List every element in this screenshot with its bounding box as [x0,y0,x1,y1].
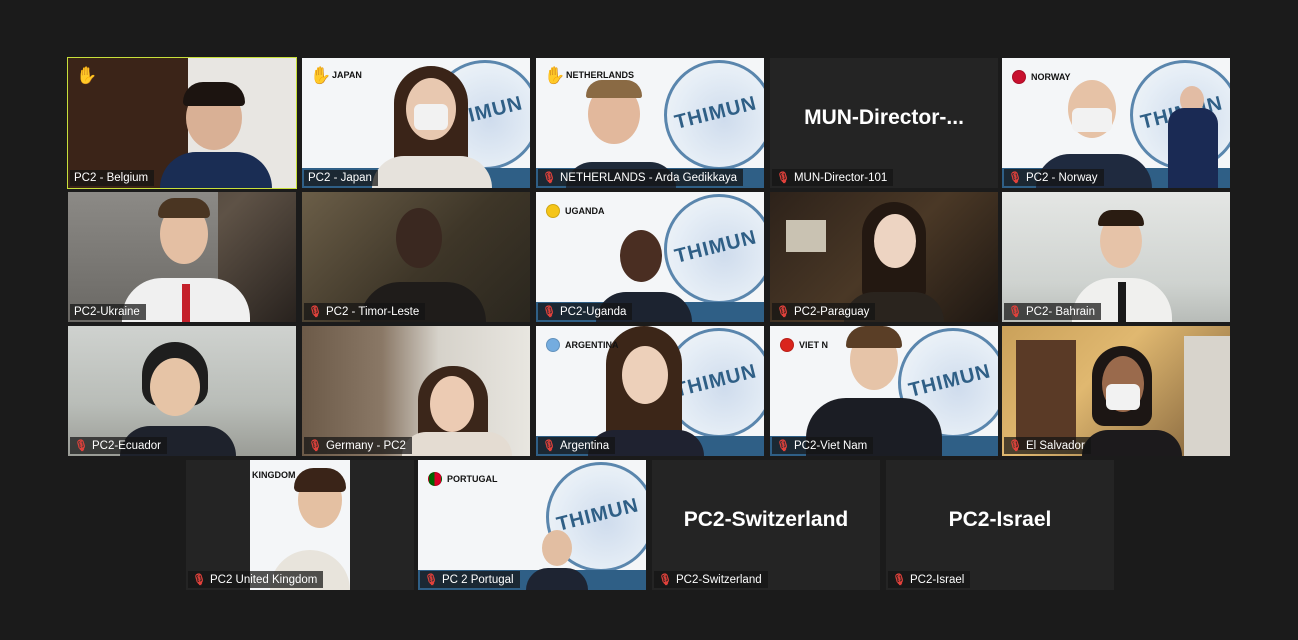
raised-hand-icon: ✋ [310,66,332,85]
participant-label: PC2 - Japan [304,170,378,186]
mic-off-icon: 🎙 [74,440,88,452]
mic-off-icon: 🎙 [776,306,790,318]
country-tag: VIET N [780,338,828,352]
participant-label: 🎙 PC2 United Kingdom [188,571,324,588]
participant-label: 🎙 PC2-Israel [888,571,971,588]
mic-off-icon: 🎙 [892,574,906,586]
raised-hand-icon: ✋ [544,66,566,85]
mic-off-icon: 🎙 [542,440,556,452]
mic-off-icon: 🎙 [424,574,438,586]
mic-off-icon: 🎙 [1008,172,1022,184]
participant-label: 🎙 PC2 - Timor-Leste [304,303,426,320]
argentina-flag-icon [546,338,560,352]
uganda-flag-icon [546,204,560,218]
raised-hand-icon: ✋ [76,66,98,85]
participant-label: 🎙 PC2-Switzerland [654,571,768,588]
video-tile-bahrain[interactable]: 🎙 PC2- Bahrain [1002,192,1230,322]
mic-off-icon: 🎙 [1008,306,1022,318]
mic-off-icon: 🎙 [1008,440,1022,452]
participant-label: PC2-Ukraine [70,304,146,320]
country-tag: NORWAY [1012,70,1071,84]
participant-label: 🎙 Germany - PC2 [304,437,412,454]
video-tile-ecuador[interactable]: 🎙 PC2-Ecuador [68,326,296,456]
participant-video [68,58,296,188]
participant-name-display: MUN-Director-... [804,106,964,129]
video-tile-israel[interactable]: PC2-Israel 🎙 PC2-Israel [886,460,1114,590]
participant-label: 🎙 PC2-Ecuador [70,437,168,454]
country-tag: JAPAN [332,70,362,80]
participant-label: PC2 - Belgium [70,170,155,186]
participant-label: 🎙 El Salvador [1004,437,1091,454]
norway-flag-icon [1012,70,1026,84]
country-tag: PORTUGAL [428,472,498,486]
mic-off-icon: 🎙 [308,440,322,452]
mic-off-icon: 🎙 [308,306,322,318]
participant-label: 🎙 PC2-Viet Nam [772,437,874,454]
participant-label: 🎙 PC2- Bahrain [1004,303,1102,320]
video-tile-ukraine[interactable]: PC2-Ukraine [68,192,296,322]
participant-label: 🎙 PC2-Uganda [538,303,633,320]
video-tile-japan[interactable]: THIMUN ✋ JAPAN PC2 - Japan [302,58,530,188]
country-tag: NETHERLANDS [566,70,635,80]
participant-label: 🎙 PC2-Paraguay [772,303,876,320]
participant-label: 🎙 NETHERLANDS - Arda Gedikkaya [538,169,744,186]
participant-video [68,192,296,322]
participant-label: 🎙 MUN-Director-101 [772,169,894,186]
mic-off-icon: 🎙 [542,306,556,318]
portugal-flag-icon [428,472,442,486]
video-tile-timor-leste[interactable]: 🎙 PC2 - Timor-Leste [302,192,530,322]
participant-name-display: PC2-Switzerland [683,508,849,531]
mic-off-icon: 🎙 [192,574,206,586]
video-tile-switzerland[interactable]: PC2-Switzerland 🎙 PC2-Switzerland [652,460,880,590]
mic-off-icon: 🎙 [776,440,790,452]
video-tile-el-salvador[interactable]: 🎙 El Salvador [1002,326,1230,456]
video-tile-argentina[interactable]: THIMUN ARGENTINA 🎙 Argentina [536,326,764,456]
country-tag: ARGENTINA [546,338,619,352]
participant-name-display: PC2-Israel [948,508,1052,531]
country-tag: KINGDOM [252,470,296,480]
video-tile-mun-director[interactable]: MUN-Director-... 🎙 MUN-Director-101 [770,58,998,188]
video-tile-germany[interactable]: 🎙 Germany - PC2 [302,326,530,456]
video-tile-netherlands[interactable]: THIMUN ✋ NETHERLANDS 🎙 NETHERLANDS - Arda… [536,58,764,188]
video-tile-united-kingdom[interactable]: KINGDOM 🎙 PC2 United Kingdom [186,460,414,590]
video-tile-norway[interactable]: THIMUN NORWAY 🎙PC2 - Norway [1002,58,1230,188]
video-tile-belgium[interactable]: ✋ PC2 - Belgium [67,57,297,189]
video-tile-uganda[interactable]: THIMUN UGANDA 🎙 PC2-Uganda [536,192,764,322]
country-tag: UGANDA [546,204,605,218]
participant-label: 🎙 PC 2 Portugal [420,571,520,588]
video-tile-portugal[interactable]: THIMUN PORTUGAL 🎙 PC 2 Portugal [418,460,646,590]
mic-off-icon: 🎙 [542,172,556,184]
mic-off-icon: 🎙 [658,574,672,586]
video-tile-paraguay[interactable]: 🎙 PC2-Paraguay [770,192,998,322]
participant-label: 🎙 PC2 - Norway [1004,169,1104,186]
mic-off-icon: 🎙 [776,172,790,184]
video-tile-viet-nam[interactable]: THIMUN VIET N 🎙 PC2-Viet Nam [770,326,998,456]
viet-nam-flag-icon [780,338,794,352]
participant-label: 🎙 Argentina [538,437,616,454]
